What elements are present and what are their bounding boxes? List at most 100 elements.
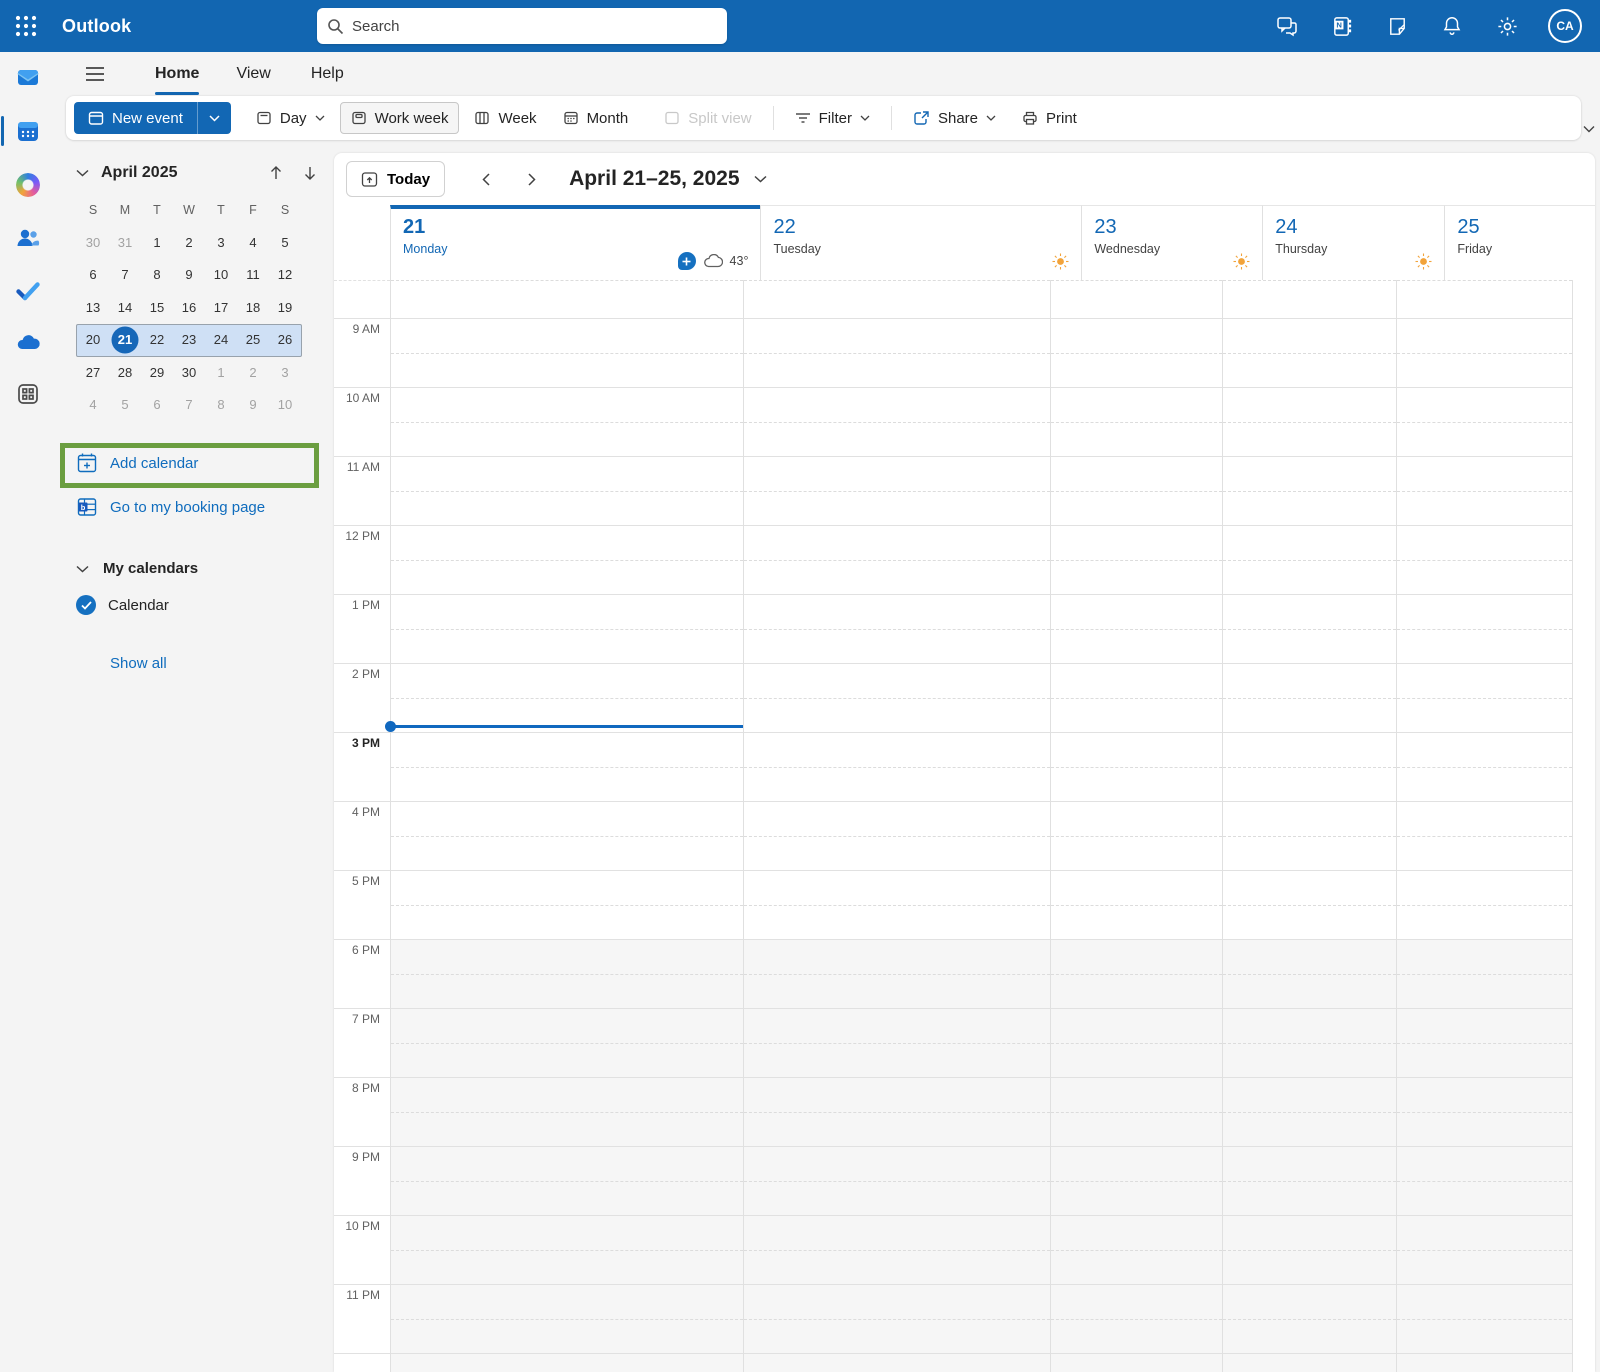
time-slot[interactable] <box>744 870 1050 939</box>
minical-month-title[interactable]: April 2025 <box>101 164 270 182</box>
rail-todo-icon[interactable] <box>0 267 55 315</box>
mini-date[interactable]: 16 <box>173 295 205 321</box>
time-slot[interactable] <box>744 801 1050 870</box>
new-event-dropdown-arrow[interactable] <box>196 102 231 134</box>
time-slot[interactable] <box>1396 1146 1573 1215</box>
mini-date[interactable]: 8 <box>141 262 173 288</box>
mini-date[interactable]: 2 <box>237 360 269 386</box>
time-slot[interactable] <box>1050 456 1223 525</box>
previous-week-chevron-icon[interactable] <box>471 164 501 194</box>
time-slot[interactable] <box>1050 663 1223 732</box>
rail-onedrive-icon[interactable] <box>0 320 55 368</box>
mini-date-selected[interactable]: 21 <box>109 327 141 353</box>
rail-copilot-icon[interactable] <box>0 161 55 209</box>
time-slot[interactable] <box>391 525 744 594</box>
time-slot[interactable] <box>744 1077 1050 1146</box>
mini-date[interactable]: 13 <box>77 295 109 321</box>
date-range-chevron-icon[interactable] <box>754 175 767 183</box>
mini-date[interactable]: 22 <box>141 327 173 353</box>
calendar-list-item[interactable]: Calendar <box>76 595 169 615</box>
mini-date[interactable]: 6 <box>141 392 173 418</box>
time-slot[interactable] <box>1050 525 1223 594</box>
time-slot[interactable] <box>1050 870 1223 939</box>
time-slot[interactable] <box>1396 1008 1573 1077</box>
print-button[interactable]: Print <box>1011 102 1088 134</box>
view-work-week-button[interactable]: Work week <box>339 102 460 134</box>
time-slot[interactable] <box>1223 1146 1396 1215</box>
time-slot[interactable] <box>1223 318 1396 387</box>
mini-date[interactable]: 20 <box>77 327 109 353</box>
time-slot[interactable] <box>1396 456 1573 525</box>
time-slot[interactable] <box>1223 456 1396 525</box>
mini-date[interactable]: 9 <box>173 262 205 288</box>
mini-date[interactable]: 28 <box>109 360 141 386</box>
time-slot[interactable] <box>744 663 1050 732</box>
time-slot[interactable] <box>1396 594 1573 663</box>
booking-page-link[interactable]: b Go to my booking page <box>76 496 265 518</box>
time-slot[interactable] <box>1396 939 1573 1008</box>
view-month-button[interactable]: Month <box>552 102 640 134</box>
account-avatar[interactable]: CA <box>1548 9 1582 43</box>
time-slot[interactable] <box>744 1008 1050 1077</box>
mini-date[interactable]: 10 <box>269 392 301 418</box>
time-slot[interactable] <box>744 939 1050 1008</box>
time-slot[interactable] <box>744 525 1050 594</box>
time-slot[interactable] <box>1223 1215 1396 1284</box>
mini-date[interactable]: 24 <box>205 327 237 353</box>
mini-date[interactable]: 11 <box>237 262 269 288</box>
mini-date[interactable]: 15 <box>141 295 173 321</box>
view-week-button[interactable]: Week <box>463 102 547 134</box>
mini-date[interactable]: 30 <box>173 360 205 386</box>
rail-people-icon[interactable] <box>0 214 55 262</box>
time-slot[interactable] <box>1223 1284 1396 1353</box>
rail-mail-icon[interactable] <box>0 53 55 101</box>
notifications-bell-icon[interactable] <box>1438 12 1466 40</box>
mini-date[interactable]: 27 <box>77 360 109 386</box>
time-slot[interactable] <box>1223 939 1396 1008</box>
settings-gear-icon[interactable] <box>1493 12 1521 40</box>
time-slot[interactable] <box>391 801 744 870</box>
mini-date[interactable]: 23 <box>173 327 205 353</box>
time-slot[interactable] <box>1050 387 1223 456</box>
teams-chat-icon[interactable] <box>1273 12 1301 40</box>
time-slot[interactable] <box>391 387 744 456</box>
time-slot[interactable] <box>1223 280 1396 318</box>
mini-date[interactable]: 10 <box>205 262 237 288</box>
time-slot[interactable] <box>1050 280 1223 318</box>
time-slot[interactable] <box>1050 318 1223 387</box>
minical-collapse-chevron-icon[interactable] <box>76 169 89 177</box>
time-slot[interactable] <box>391 939 744 1008</box>
time-slot[interactable] <box>744 387 1050 456</box>
add-calendar-button[interactable]: Add calendar <box>76 452 198 474</box>
time-slot[interactable] <box>1396 525 1573 594</box>
time-slot[interactable] <box>744 732 1050 801</box>
mini-date[interactable]: 30 <box>77 230 109 256</box>
minical-next-month-icon[interactable] <box>304 166 316 180</box>
time-slot[interactable] <box>391 663 744 732</box>
mini-date[interactable]: 25 <box>237 327 269 353</box>
my-calendars-group[interactable]: My calendars <box>76 560 198 577</box>
time-slot[interactable] <box>1223 1008 1396 1077</box>
mini-date[interactable]: 4 <box>77 392 109 418</box>
mini-date[interactable]: 3 <box>269 360 301 386</box>
mini-date[interactable]: 18 <box>237 295 269 321</box>
rail-more-apps-icon[interactable] <box>0 370 55 418</box>
filter-button[interactable]: Filter <box>784 102 881 134</box>
time-slot[interactable] <box>744 1284 1050 1353</box>
mini-date[interactable]: 19 <box>269 295 301 321</box>
time-slot[interactable] <box>744 594 1050 663</box>
time-slot[interactable] <box>744 456 1050 525</box>
calendar-checked-icon[interactable] <box>76 595 96 615</box>
time-slot[interactable] <box>391 594 744 663</box>
time-slot[interactable] <box>1050 1008 1223 1077</box>
toolbar-overflow-chevron-icon[interactable] <box>1578 118 1600 140</box>
hamburger-menu-icon[interactable] <box>82 61 108 87</box>
time-slot[interactable] <box>1396 732 1573 801</box>
time-slot[interactable] <box>391 1215 744 1284</box>
time-slot[interactable] <box>391 870 744 939</box>
mini-date[interactable]: 1 <box>205 360 237 386</box>
time-slot[interactable] <box>391 1146 744 1215</box>
onenote-icon[interactable]: N <box>1328 12 1356 40</box>
time-slot[interactable] <box>1396 1077 1573 1146</box>
day-header-wednesday[interactable]: 23 Wednesday <box>1081 205 1263 280</box>
